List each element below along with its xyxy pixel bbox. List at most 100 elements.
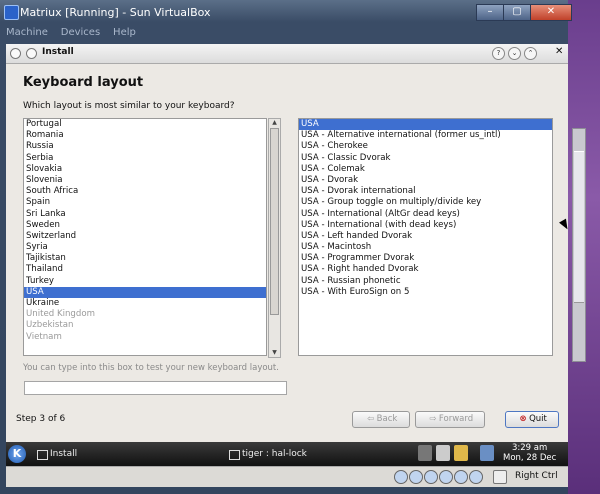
list-item[interactable]: USA - With EuroSign on 5 [299, 287, 552, 298]
host-scrollbar[interactable] [572, 128, 586, 362]
scroll-up-icon[interactable]: ▲ [269, 119, 280, 127]
window-menu-icon[interactable] [10, 48, 21, 59]
task-install[interactable]: Install [34, 445, 210, 463]
minimize-button[interactable]: – [476, 4, 504, 21]
hard-disk-icon[interactable] [394, 470, 408, 484]
list-item[interactable]: USA - Alternative international (former … [299, 130, 552, 141]
back-button[interactable]: ⇦ Back [352, 411, 410, 428]
country-list-scrollbar[interactable]: ▲ ▼ [268, 118, 281, 358]
list-item[interactable]: USA [299, 119, 552, 131]
list-item[interactable]: USA - Group toggle on multiply/divide ke… [299, 197, 552, 208]
list-item[interactable]: USA - Dvorak [299, 175, 552, 186]
test-input[interactable] [24, 381, 287, 395]
virtualbox-icon [4, 5, 19, 20]
list-item[interactable]: USA - Left handed Dvorak [299, 231, 552, 242]
test-hint: You can type into this box to test your … [23, 363, 279, 373]
host-key-label: Right Ctrl [515, 471, 558, 481]
list-item[interactable]: USA - Right handed Dvorak [299, 264, 552, 275]
list-item[interactable]: Romania [24, 130, 266, 141]
host-desktop-right [568, 0, 600, 494]
kde-menu-icon[interactable]: K [8, 445, 26, 463]
network-adapter-icon[interactable] [439, 470, 453, 484]
window-icon [37, 450, 48, 460]
notes-icon[interactable] [436, 445, 450, 461]
window-title: Matriux [Running] - Sun VirtualBox [20, 6, 211, 19]
task-install-label: Install [50, 449, 78, 459]
host-scrollbar-thumb[interactable] [574, 151, 584, 303]
list-item[interactable]: Russia [24, 141, 266, 152]
clock-date: Mon, 28 Dec [503, 453, 557, 463]
maximize-button[interactable]: ▢ [503, 4, 531, 21]
list-item[interactable]: USA - Colemak [299, 164, 552, 175]
virtualbox-window: Matriux [Running] - Sun VirtualBox – ▢ ✕… [0, 0, 572, 494]
page-title: Keyboard layout [23, 75, 144, 90]
terminal-icon [229, 450, 240, 460]
list-item[interactable]: Serbia [24, 153, 266, 164]
list-item[interactable]: Slovenia [24, 175, 266, 186]
maximize-icon[interactable]: ⌃ [524, 47, 537, 60]
menubar: Machine Devices Help [6, 27, 146, 43]
list-item[interactable]: USA - International (AltGr dead keys) [299, 209, 552, 220]
list-item[interactable]: Ukraine [24, 298, 266, 309]
close-icon[interactable]: ✕ [555, 46, 563, 57]
list-item[interactable]: USA - Programmer Dvorak [299, 253, 552, 264]
back-label: Back [376, 414, 398, 424]
list-item[interactable]: Uzbekistan [24, 320, 266, 331]
list-item[interactable]: Slovakia [24, 164, 266, 175]
cd-icon[interactable] [409, 470, 423, 484]
virtualbox-statusbar: Right Ctrl [6, 466, 568, 487]
folder-icon[interactable] [454, 445, 468, 461]
menu-devices[interactable]: Devices [61, 27, 100, 38]
list-item[interactable]: Sri Lanka [24, 209, 266, 220]
clock[interactable]: 3:29 am Mon, 28 Dec [503, 443, 556, 463]
task-terminal-label: tiger : hal-lock [242, 449, 307, 459]
desktop-pager-icon[interactable] [418, 445, 432, 461]
quit-button[interactable]: ⊗ Quit [505, 411, 559, 428]
guest-taskbar: K Install tiger : hal-lock 3:29 am Mon, … [6, 442, 568, 466]
clock-time: 3:29 am [512, 443, 548, 453]
minimize-icon[interactable]: ⌄ [508, 47, 521, 60]
menu-help[interactable]: Help [113, 27, 136, 38]
arrow-right-icon: ⇨ [429, 414, 437, 424]
list-item[interactable]: USA - Dvorak international [299, 186, 552, 197]
scroll-down-icon[interactable]: ▼ [269, 349, 280, 357]
close-button[interactable]: ✕ [530, 4, 572, 21]
list-item[interactable]: USA - Macintosh [299, 242, 552, 253]
quit-icon: ⊗ [519, 414, 527, 424]
list-item[interactable]: South Africa [24, 186, 266, 197]
quit-label: Quit [529, 414, 547, 424]
list-item[interactable]: Syria [24, 242, 266, 253]
list-item[interactable]: Sweden [24, 220, 266, 231]
arrow-left-icon: ⇦ [367, 414, 375, 424]
list-item[interactable]: Turkey [24, 276, 266, 287]
guest-display: Install ? ⌄ ⌃ ✕ Keyboard layout Which la… [6, 44, 571, 486]
forward-button[interactable]: ⇨ Forward [415, 411, 485, 428]
list-item[interactable]: Portugal [24, 119, 266, 130]
pin-icon[interactable] [26, 48, 37, 59]
scrollbar-thumb[interactable] [270, 128, 279, 315]
list-item[interactable]: Switzerland [24, 231, 266, 242]
country-list[interactable]: Portugal Romania Russia Serbia Slovakia Slove… [23, 118, 267, 356]
usb-icon[interactable] [454, 470, 468, 484]
list-item[interactable]: Tajikistan [24, 253, 266, 264]
list-item[interactable]: USA - Classic Dvorak [299, 153, 552, 164]
forward-label: Forward [438, 414, 474, 424]
list-item[interactable]: Spain [24, 197, 266, 208]
floppy-icon[interactable] [424, 470, 438, 484]
mouse-integration-icon[interactable] [493, 470, 507, 484]
layout-question: Which layout is most similar to your key… [23, 101, 235, 111]
shared-folders-icon[interactable] [469, 470, 483, 484]
variant-list[interactable]: USA USA - Alternative international (form… [298, 118, 553, 356]
list-item[interactable]: United Kingdom [24, 309, 266, 320]
task-terminal[interactable]: tiger : hal-lock [226, 445, 402, 463]
list-item[interactable]: Vietnam [24, 332, 266, 343]
installer-title-bar: Install ? ⌄ ⌃ ✕ [6, 44, 568, 64]
network-icon[interactable] [480, 445, 494, 461]
step-indicator: Step 3 of 6 [16, 414, 66, 424]
list-item[interactable]: Thailand [24, 264, 266, 275]
list-item[interactable]: USA - International (with dead keys) [299, 220, 552, 231]
list-item[interactable]: USA [24, 286, 266, 298]
list-item[interactable]: USA - Russian phonetic [299, 276, 552, 287]
menu-machine[interactable]: Machine [6, 27, 48, 38]
list-item[interactable]: USA - Cherokee [299, 141, 552, 152]
